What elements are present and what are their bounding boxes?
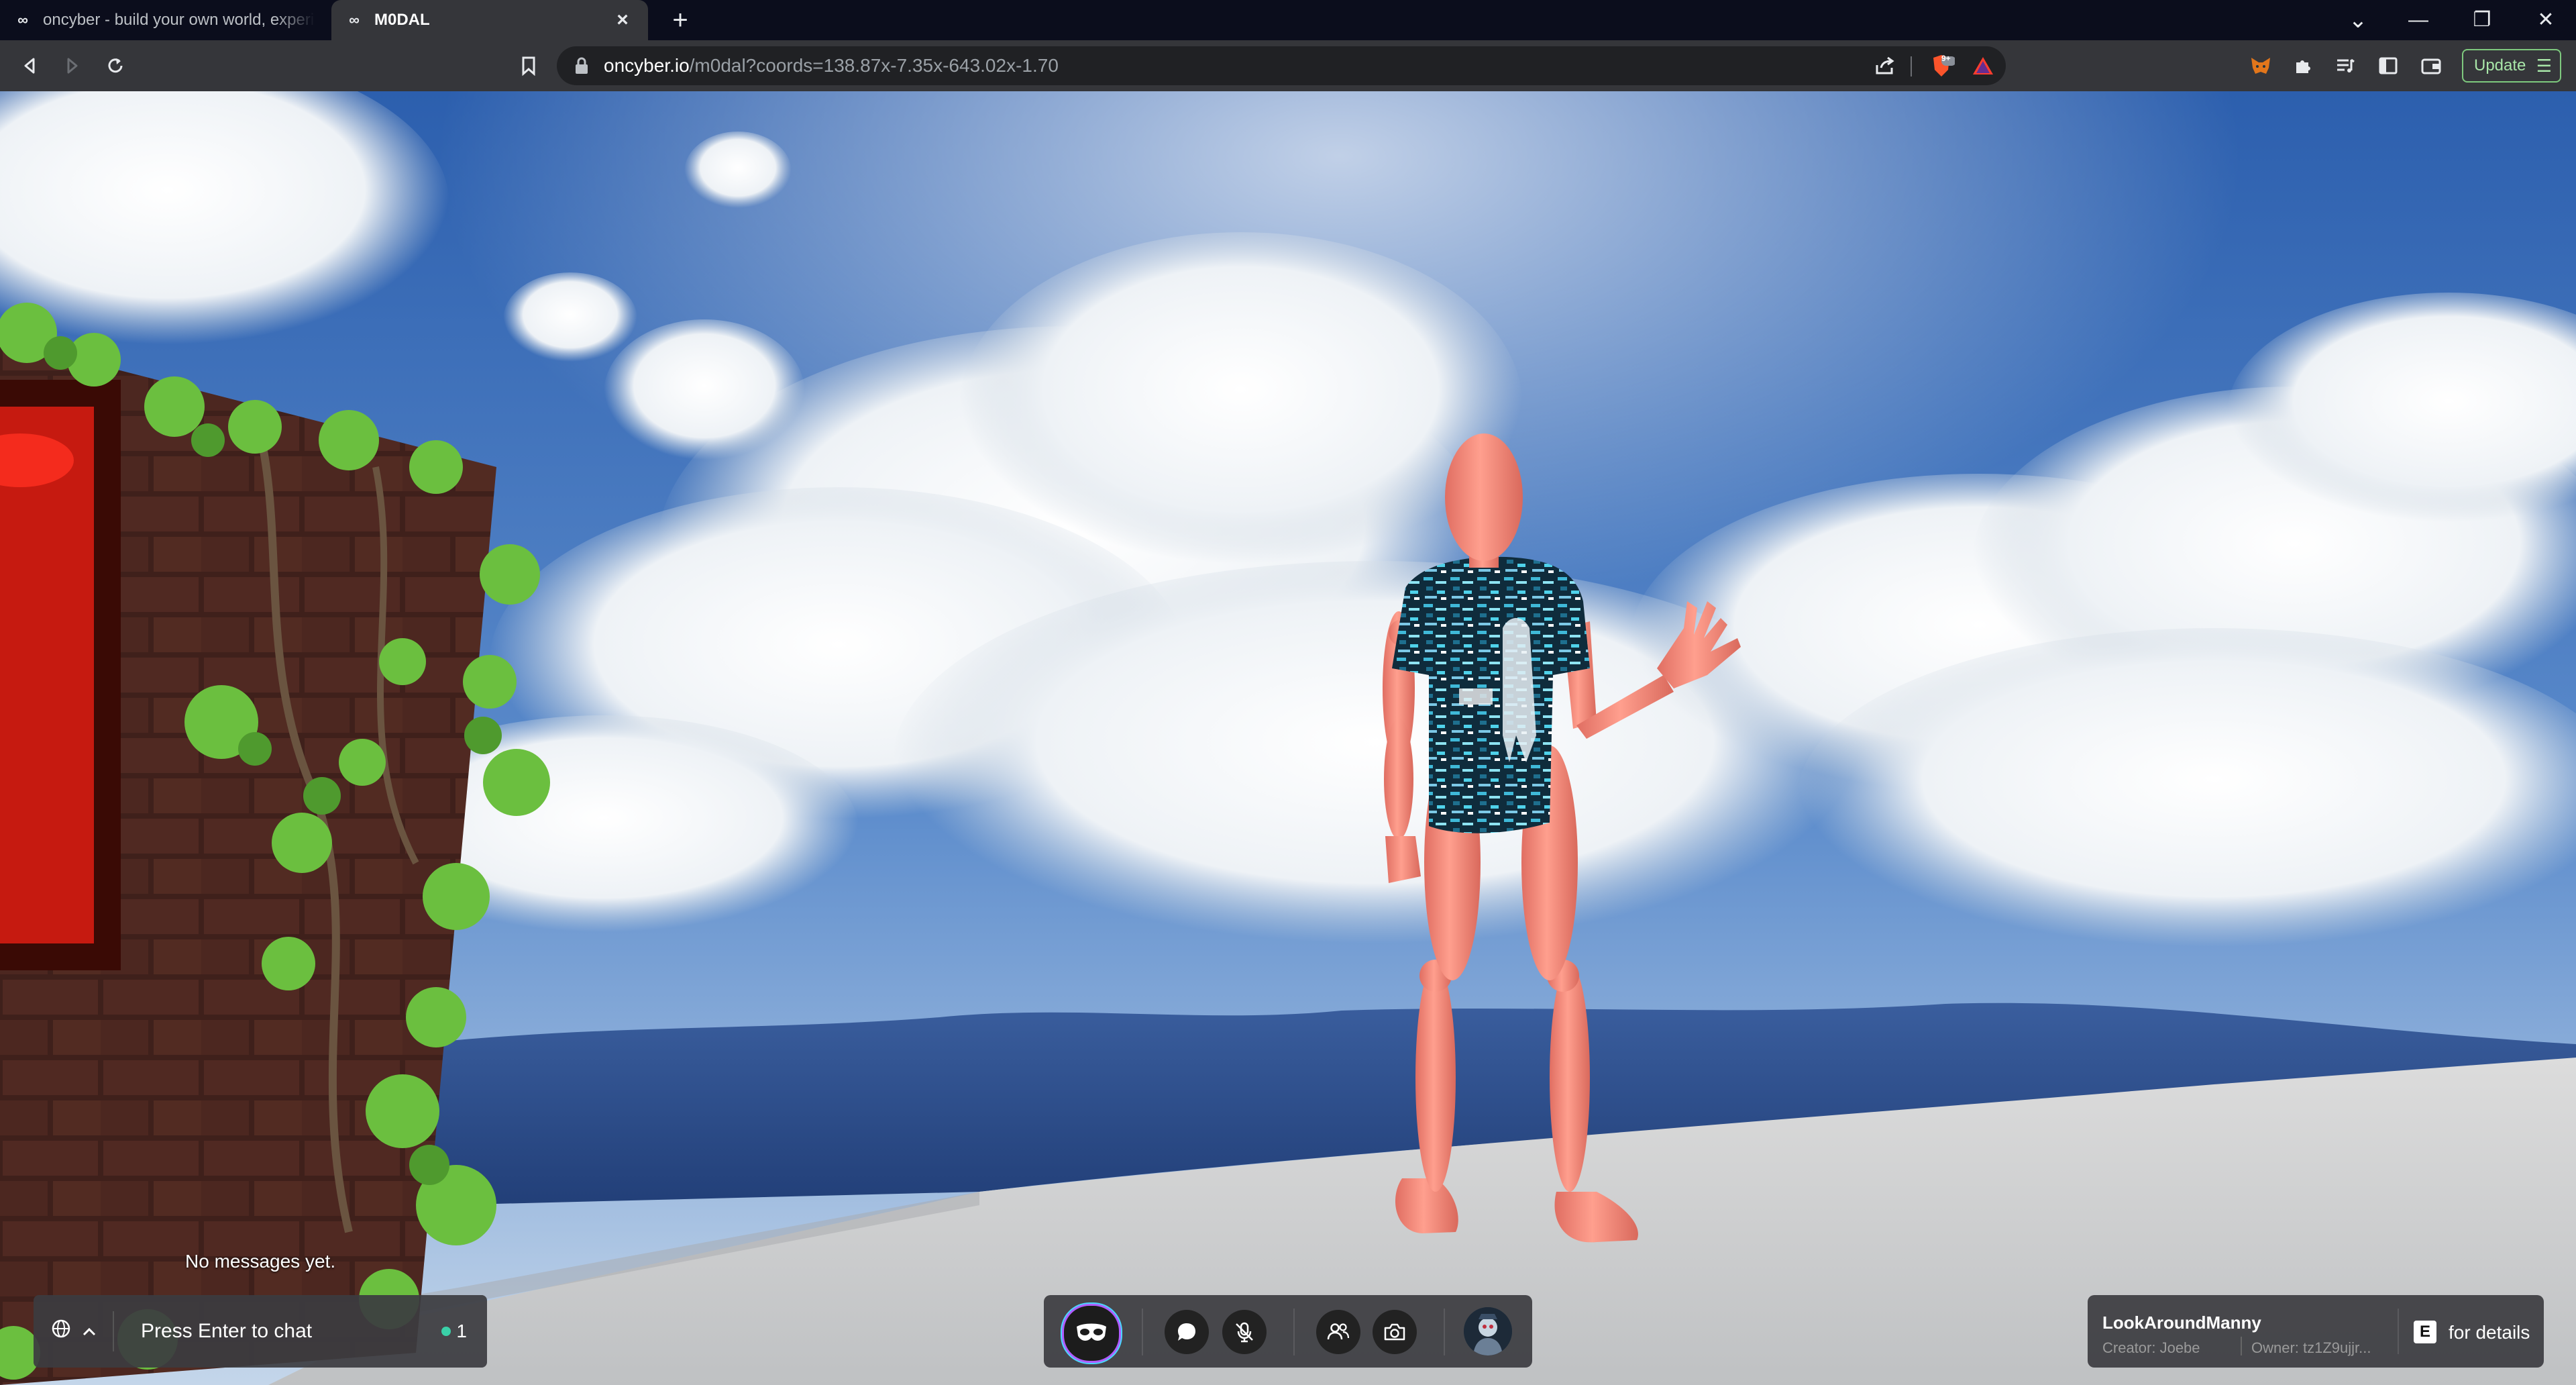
- update-button[interactable]: Update ☰: [2462, 49, 2561, 83]
- new-tab-button[interactable]: +: [664, 4, 696, 36]
- object-creator: Creator: Joebe: [2102, 1339, 2200, 1356]
- reload-icon[interactable]: [99, 50, 131, 82]
- url-path: /m0dal?coords=138.87x-7.35x-643.02x-1.70: [689, 55, 1059, 76]
- browser-toolbar: oncyber.io/m0dal?coords=138.87x-7.35x-64…: [0, 40, 2576, 91]
- tab-title: oncyber - build your own world, experien…: [43, 11, 315, 29]
- chevron-up-icon[interactable]: [82, 1321, 97, 1342]
- divider: [1911, 56, 1912, 76]
- back-icon[interactable]: [13, 50, 46, 82]
- scene-render: [0, 91, 2576, 1385]
- share-icon[interactable]: [1869, 50, 1901, 82]
- url-host: oncyber.io: [604, 55, 690, 76]
- bookmark-icon[interactable]: [513, 50, 545, 82]
- object-owner: Owner: tz1Z9ujjr...: [2251, 1339, 2371, 1356]
- tab-strip: ∞ oncyber - build your own world, experi…: [0, 0, 2576, 40]
- update-label: Update: [2474, 56, 2526, 74]
- brave-badge: 9+: [1941, 54, 1951, 63]
- brave-rewards-icon[interactable]: [1967, 50, 1999, 82]
- mic-muted-icon[interactable]: [1222, 1310, 1267, 1354]
- tab-title: M0DAL: [374, 11, 430, 29]
- playlist-icon[interactable]: [2329, 50, 2361, 82]
- divider: [1142, 1309, 1143, 1355]
- chat-input[interactable]: Press Enter to chat: [141, 1320, 441, 1343]
- lock-icon: [576, 57, 588, 74]
- forward-icon[interactable]: [56, 50, 89, 82]
- close-tab-icon[interactable]: ×: [610, 9, 635, 32]
- profile-avatar-icon[interactable]: [1464, 1307, 1512, 1355]
- object-info-panel[interactable]: LookAroundManny Creator: Joebe Owner: tz…: [2088, 1295, 2544, 1368]
- online-count: 1: [456, 1321, 467, 1341]
- globe-icon[interactable]: [51, 1319, 71, 1344]
- avatar-mask-icon[interactable]: [1064, 1306, 1119, 1361]
- divider: [2241, 1337, 2242, 1355]
- close-window-button[interactable]: ✕: [2516, 0, 2576, 40]
- world-viewport[interactable]: No messages yet.: [0, 91, 2576, 1385]
- oncyber-icon: ∞: [17, 11, 28, 28]
- sidebar-icon[interactable]: [2372, 50, 2404, 82]
- extensions-icon[interactable]: [2288, 50, 2320, 82]
- metamask-icon[interactable]: [2245, 50, 2277, 82]
- key-e-icon: E: [2414, 1321, 2436, 1343]
- restore-button[interactable]: ❐: [2452, 0, 2512, 40]
- divider: [2398, 1309, 2399, 1354]
- tab-oncyber[interactable]: ∞ oncyber - build your own world, experi…: [0, 0, 329, 40]
- chat-bar[interactable]: Press Enter to chat 1: [34, 1295, 487, 1368]
- camera-icon[interactable]: [1373, 1310, 1417, 1354]
- object-title: LookAroundManny: [2102, 1313, 2261, 1333]
- address-bar[interactable]: oncyber.io/m0dal?coords=138.87x-7.35x-64…: [557, 46, 2006, 85]
- hud-toolbar: [1044, 1295, 1532, 1368]
- details-hint: for details: [2449, 1322, 2530, 1343]
- people-icon[interactable]: [1316, 1310, 1360, 1354]
- brave-shields-icon[interactable]: 9+: [1925, 50, 1957, 82]
- chat-bubble-icon[interactable]: [1165, 1310, 1209, 1354]
- tab-search-icon[interactable]: ⌄: [2328, 0, 2388, 40]
- wallet-icon[interactable]: [2415, 50, 2447, 82]
- tab-m0dal[interactable]: ∞ M0DAL ×: [331, 0, 648, 40]
- menu-icon: ☰: [2536, 56, 2552, 76]
- divider: [1293, 1309, 1295, 1355]
- minimize-button[interactable]: —: [2388, 0, 2449, 40]
- divider: [1444, 1309, 1445, 1355]
- oncyber-icon: ∞: [349, 11, 360, 28]
- online-indicator-icon: [441, 1327, 451, 1336]
- chat-empty-label: No messages yet.: [185, 1251, 336, 1272]
- divider: [113, 1311, 114, 1351]
